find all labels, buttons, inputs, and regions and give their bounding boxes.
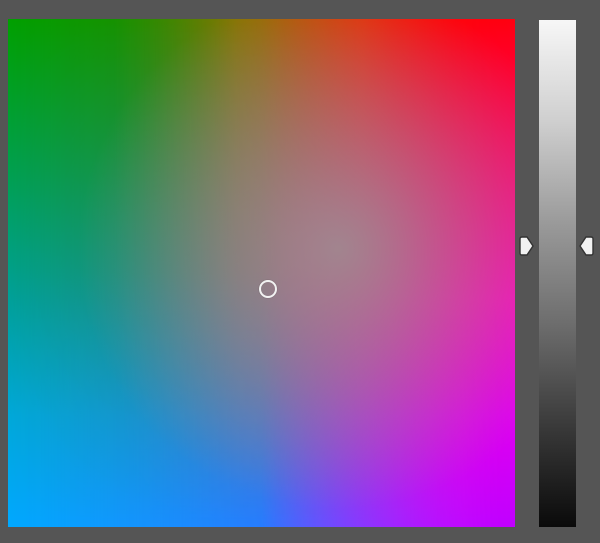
color-picker [0,0,600,543]
color-field[interactable] [8,19,515,527]
circle-cursor-icon[interactable] [259,280,277,298]
arrow-right-icon[interactable] [518,236,535,256]
arrow-left-icon[interactable] [578,236,595,256]
lightness-slider[interactable] [539,20,576,527]
color-field-gradient [8,19,515,527]
